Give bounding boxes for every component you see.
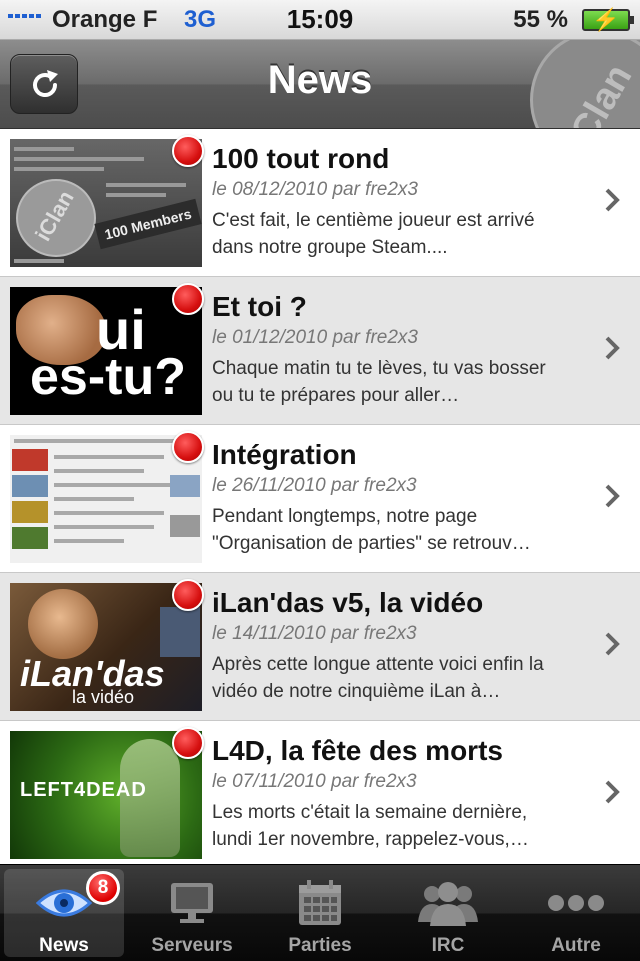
news-title: L4D, la fête des morts [212, 735, 503, 766]
people-icon [418, 882, 478, 926]
unread-count-badge: 8 [86, 871, 120, 905]
logo-text: iClan [557, 57, 640, 129]
tab-autre[interactable]: Autre [516, 869, 636, 957]
news-excerpt: C'est fait, le centième joueur est arriv… [212, 210, 535, 258]
news-excerpt: Chaque matin tu te lèves, tu vas bosser … [212, 358, 546, 406]
news-meta: le 08/12/2010 par fre2x3 [212, 179, 418, 200]
news-meta: le 26/11/2010 par fre2x3 [212, 475, 417, 496]
news-excerpt: Après cette longue attente voici enfin l… [212, 654, 544, 702]
tab-serveurs[interactable]: Serveurs [132, 869, 252, 957]
unread-indicator [172, 579, 204, 611]
news-meta: le 01/12/2010 par fre2x3 [212, 327, 418, 348]
tab-bar: 8 News Serveurs Parties IRC Autre [0, 864, 640, 961]
tab-label: News [39, 935, 89, 956]
chevron-right-icon [605, 336, 620, 360]
news-meta: le 14/11/2010 par fre2x3 [212, 623, 417, 644]
unread-indicator [172, 283, 204, 315]
tab-parties[interactable]: Parties [260, 869, 380, 957]
tab-news[interactable]: 8 News [4, 869, 124, 957]
news-item[interactable]: Intégration le 26/11/2010 par fre2x3 Pen… [0, 425, 640, 573]
tab-label: Serveurs [151, 935, 233, 956]
navigation-bar: News iClan [0, 40, 640, 129]
unread-indicator [172, 135, 204, 167]
chevron-right-icon [605, 632, 620, 656]
chevron-right-icon [605, 484, 620, 508]
monitor-image [160, 607, 200, 657]
news-title: Et toi ? [212, 291, 307, 322]
tab-label: IRC [431, 935, 465, 956]
battery-icon: ⚡ [582, 7, 634, 32]
news-excerpt: Pendant longtemps, notre page "Organisat… [212, 506, 531, 554]
person-image [28, 589, 98, 659]
news-item[interactable]: iClan 100 Members 100 tout rond le 08/12… [0, 129, 640, 277]
chevron-right-icon [605, 188, 620, 212]
tab-label: Autre [551, 935, 601, 956]
unread-indicator [172, 727, 204, 759]
news-title: iLan'das v5, la vidéo [212, 587, 484, 618]
tab-label: Parties [288, 935, 352, 956]
news-item[interactable]: LEFT4DEAD L4D, la fête des morts le 07/1… [0, 721, 640, 869]
eye-icon [36, 889, 92, 917]
iclan-logo: iClan [16, 179, 96, 257]
news-excerpt: Les morts c'était la semaine dernière, l… [212, 802, 529, 850]
news-title: 100 tout rond [212, 143, 390, 174]
calendar-icon [299, 880, 341, 925]
news-list: iClan 100 Members 100 tout rond le 08/12… [0, 129, 640, 869]
unread-indicator [172, 431, 204, 463]
news-item[interactable]: iLan'das la vidéo iLan'das v5, la vidéo … [0, 573, 640, 721]
status-bar: Orange F 3G 15:09 55 % ⚡ [0, 0, 640, 40]
iclan-logo: iClan [530, 40, 640, 129]
news-meta: le 07/11/2010 par fre2x3 [212, 771, 417, 792]
battery-percentage: 55 % [513, 6, 568, 33]
monitor-icon [171, 883, 213, 923]
news-title: Intégration [212, 439, 357, 470]
tab-irc[interactable]: IRC [388, 869, 508, 957]
more-icon [548, 895, 604, 911]
chevron-right-icon [605, 780, 620, 804]
members-badge: 100 Members [94, 198, 202, 250]
news-item[interactable]: ui es-tu? Et toi ? le 01/12/2010 par fre… [0, 277, 640, 425]
